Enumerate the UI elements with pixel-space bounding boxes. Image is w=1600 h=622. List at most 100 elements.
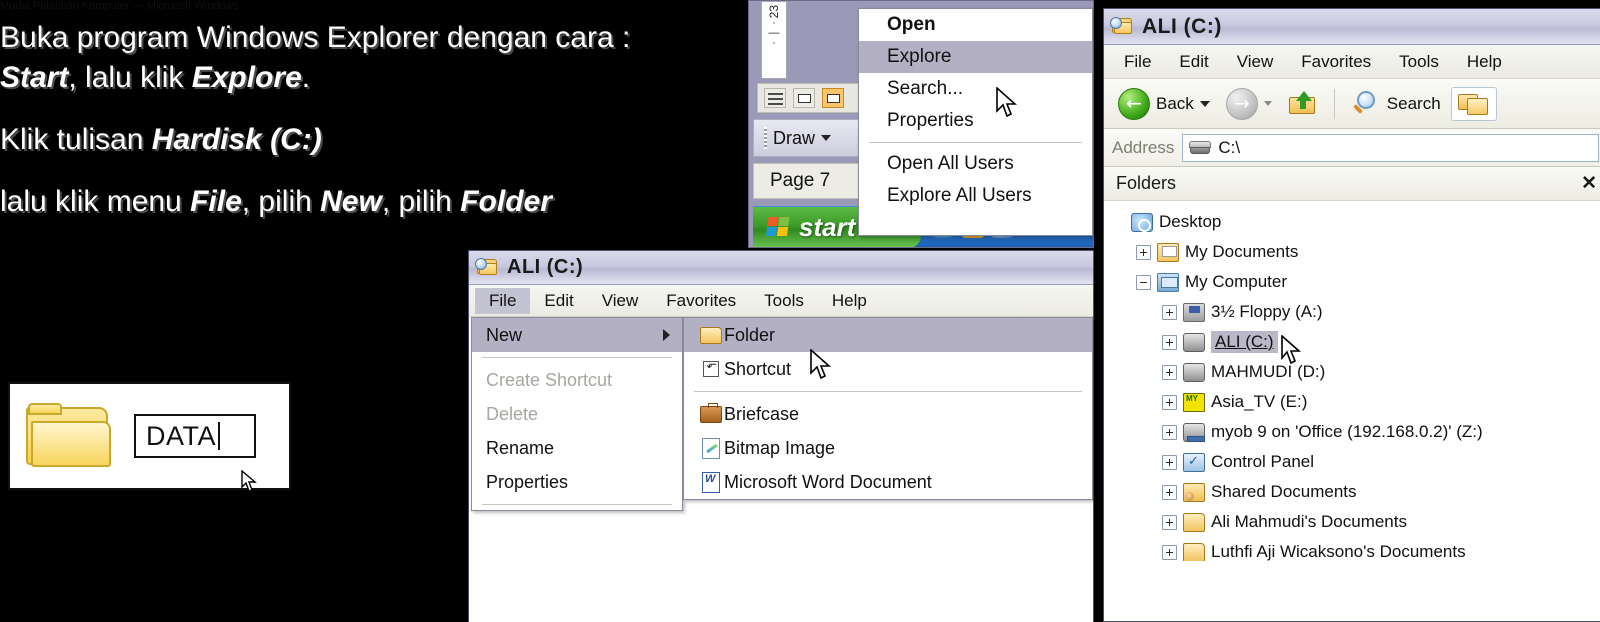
search-button-label: Search <box>1386 93 1441 113</box>
expander-plus-icon[interactable] <box>1162 484 1177 500</box>
back-arrow-icon: ← <box>1118 87 1150 120</box>
file-menu-item-new[interactable]: New <box>472 318 682 352</box>
windows-logo-icon <box>765 216 792 239</box>
menu-view[interactable]: View <box>588 288 653 314</box>
expander-plus-icon[interactable] <box>1162 334 1177 350</box>
menu-edit[interactable]: Edit <box>1165 48 1222 76</box>
menu-tools[interactable]: Tools <box>750 288 818 314</box>
explorer-window-folders[interactable]: ALI (C:) File Edit View Favorites Tools … <box>1103 8 1600 622</box>
instruction-emphasis-folder: Folder <box>460 185 552 218</box>
menu-file[interactable]: File <box>1110 48 1165 76</box>
expander-plus-icon[interactable] <box>1162 364 1177 380</box>
navigation-toolbar[interactable]: ← Back → Search <box>1104 79 1600 129</box>
tree-item-shared-documents[interactable]: Shared Documents <box>1110 477 1600 507</box>
tree-item-asia-tv-e[interactable]: Asia_TV (E:) <box>1110 387 1600 417</box>
chevron-down-icon[interactable] <box>821 135 832 141</box>
instruction-line-2: Start, lalu klik Explore. <box>0 58 730 98</box>
slide-sorter-view-icon[interactable] <box>793 88 815 108</box>
menu-bar[interactable]: File Edit View Favorites Tools Help <box>469 285 1093 317</box>
file-menu-item-rename[interactable]: Rename <box>472 431 682 465</box>
tree-item-floppy-a[interactable]: 3½ Floppy (A:) <box>1110 297 1600 327</box>
expander-plus-icon[interactable] <box>1162 544 1177 560</box>
expander-plus-icon[interactable] <box>1162 424 1177 440</box>
file-menu-item-properties[interactable]: Properties <box>472 465 682 499</box>
explorer-window-file-menu[interactable]: ALI (C:) File Edit View Favorites Tools … <box>468 250 1094 622</box>
new-submenu-item-briefcase[interactable]: Briefcase <box>684 397 1092 431</box>
search-button[interactable]: Search <box>1345 87 1447 121</box>
start-menu-item-explore-all-users[interactable]: Explore All Users <box>859 180 1092 212</box>
my-documents-icon <box>1157 242 1179 262</box>
control-panel-icon <box>1183 452 1205 472</box>
close-icon[interactable]: ✕ <box>1581 172 1597 195</box>
file-menu-item-create-shortcut: Create Shortcut <box>472 363 682 397</box>
start-menu-item-search[interactable]: Search... <box>859 73 1092 105</box>
tree-item-ali-c[interactable]: ALI (C:) <box>1110 327 1600 365</box>
expander-plus-icon[interactable] <box>1162 454 1177 470</box>
start-menu-item-properties[interactable]: Properties <box>859 105 1092 137</box>
new-folder-rename-callout[interactable]: DATA <box>8 382 291 492</box>
expander-plus-icon[interactable] <box>1162 304 1177 320</box>
menu-favorites[interactable]: Favorites <box>1287 48 1385 76</box>
explorer-body: New Create Shortcut Delete Rename Proper… <box>469 317 1093 622</box>
menu-edit[interactable]: Edit <box>530 288 587 314</box>
menu-file[interactable]: File <box>475 287 531 314</box>
forward-button[interactable]: → <box>1220 85 1278 123</box>
menu-item-label: Folder <box>724 324 776 345</box>
chevron-down-icon[interactable] <box>1263 101 1272 106</box>
back-button[interactable]: ← Back <box>1112 85 1216 123</box>
start-context-menu[interactable]: Open Explore Search... Properties Open A… <box>858 8 1093 236</box>
folders-button[interactable] <box>1450 86 1497 121</box>
menu-bar[interactable]: File Edit View Favorites Tools Help <box>1104 45 1600 79</box>
instruction-emphasis-file: File <box>190 185 242 218</box>
start-menu-item-open-all-users[interactable]: Open All Users <box>859 148 1092 180</box>
tree-item-luthfi-documents[interactable]: Luthfi Aji Wicaksono's Documents <box>1110 537 1600 561</box>
start-menu-item-open[interactable]: Open <box>859 9 1092 41</box>
menu-favorites[interactable]: Favorites <box>652 288 750 314</box>
folder-name-value: DATA <box>146 420 217 451</box>
chevron-down-icon[interactable] <box>1199 100 1210 107</box>
tree-item-mahmudi-d[interactable]: MAHMUDI (D:) <box>1110 357 1600 387</box>
folder-tree[interactable]: Desktop My Documents My Computer 3½ Flop… <box>1104 201 1600 561</box>
menu-item-label: Create Shortcut <box>486 369 613 390</box>
outline-view-icon[interactable] <box>764 88 786 108</box>
tree-item-ali-mahmudi-documents[interactable]: Ali Mahmudi's Documents <box>1110 507 1600 537</box>
menu-item-label: Properties <box>887 110 974 131</box>
draw-menu-label[interactable]: Draw <box>773 128 815 149</box>
bitmap-image-icon <box>698 437 724 459</box>
tree-item-myob-network-z[interactable]: myob 9 on 'Office (192.168.0.2)' (Z:) <box>1110 417 1600 447</box>
briefcase-icon <box>698 402 724 423</box>
expander-minus-icon[interactable] <box>1136 274 1151 290</box>
new-submenu[interactable]: Folder Shortcut Briefcase Bitmap Image <box>683 317 1093 500</box>
new-submenu-item-word-document[interactable]: Microsoft Word Document <box>684 465 1092 499</box>
instruction-text: , pilih <box>241 185 321 218</box>
menu-help[interactable]: Help <box>818 288 881 314</box>
menu-view[interactable]: View <box>1223 48 1288 76</box>
tree-item-my-documents[interactable]: My Documents <box>1110 237 1600 267</box>
tree-item-label: 3½ Floppy (A:) <box>1211 302 1323 321</box>
expander-plus-icon[interactable] <box>1162 394 1177 410</box>
new-submenu-item-bitmap-image[interactable]: Bitmap Image <box>684 431 1092 465</box>
instruction-text-block: Buka program Windows Explorer dengan car… <box>0 18 730 222</box>
back-button-label: Back <box>1156 93 1194 113</box>
new-submenu-item-shortcut[interactable]: Shortcut <box>684 352 1092 386</box>
start-menu-item-explore[interactable]: Explore <box>859 41 1092 73</box>
menu-separator <box>482 357 672 358</box>
toolbar-grip[interactable] <box>764 127 767 149</box>
address-input[interactable]: C:\ <box>1182 133 1599 162</box>
tree-item-desktop[interactable]: Desktop <box>1110 207 1600 237</box>
up-button[interactable] <box>1282 88 1324 120</box>
toolbar-separator <box>1333 88 1335 119</box>
expander-plus-icon[interactable] <box>1136 244 1151 260</box>
folder-name-input[interactable]: DATA <box>134 414 256 458</box>
file-dropdown-menu[interactable]: New Create Shortcut Delete Rename Proper… <box>471 317 683 511</box>
normal-view-icon[interactable] <box>822 88 844 108</box>
expander-plus-icon[interactable] <box>1162 514 1177 530</box>
menu-help[interactable]: Help <box>1453 48 1516 76</box>
new-submenu-item-folder[interactable]: Folder <box>684 318 1092 352</box>
tree-item-control-panel[interactable]: Control Panel <box>1110 447 1600 477</box>
vertical-ruler: 23 · — · <box>761 1 787 79</box>
address-bar[interactable]: Address C:\ <box>1104 129 1600 167</box>
tree-item-my-computer[interactable]: My Computer <box>1110 267 1600 297</box>
menu-tools[interactable]: Tools <box>1385 48 1453 76</box>
hard-drive-icon <box>1183 332 1205 352</box>
